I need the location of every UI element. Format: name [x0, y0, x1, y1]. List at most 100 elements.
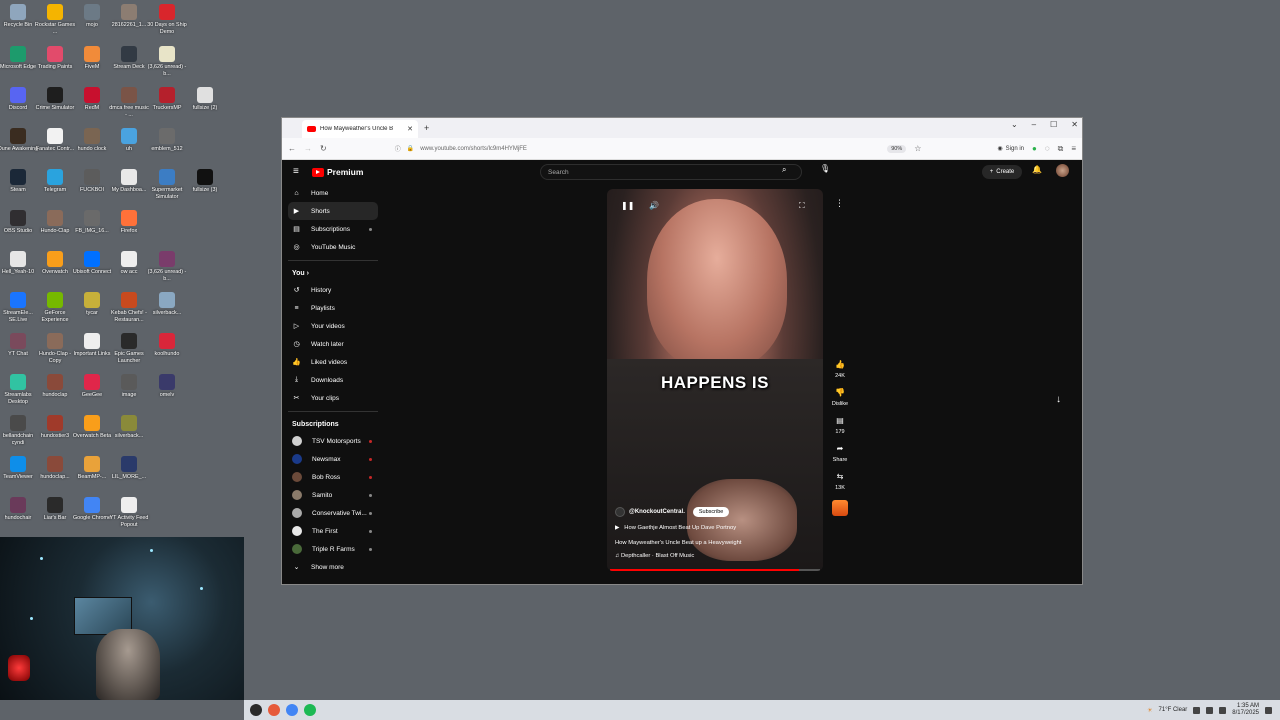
desktop-icon[interactable]: Telegram	[36, 169, 74, 194]
desktop-icon[interactable]: Ubisoft Connect	[73, 251, 111, 276]
desktop-icon[interactable]: Supermarket Simulator	[148, 169, 186, 200]
maximize-button[interactable]: ☐	[1050, 120, 1057, 129]
sidebar-item-your-clips[interactable]: ✂ Your clips	[288, 389, 378, 407]
volume-icon[interactable]: 🔊	[649, 201, 659, 210]
volume-icon[interactable]	[1219, 706, 1227, 714]
sidebar-item-newsmax[interactable]: Newsmax	[288, 450, 378, 468]
desktop-icon[interactable]: 30 Days on Ship Demo	[147, 4, 187, 35]
site-info-icon[interactable]: ⓘ	[395, 144, 401, 153]
microphone-icon[interactable]: 🎙	[820, 164, 830, 173]
create-button[interactable]: + Create	[982, 165, 1022, 179]
avatar[interactable]	[1056, 164, 1069, 177]
like-button[interactable]: 👍 24K	[835, 360, 845, 379]
desktop-icon[interactable]: hundoclap	[36, 374, 74, 399]
tab-list-icon[interactable]: ⌄	[1011, 120, 1018, 129]
desktop-icon[interactable]: mojo	[73, 4, 111, 29]
sound-thumbnail[interactable]	[832, 500, 848, 516]
sidebar-item-subscriptions[interactable]: ▤ Subscriptions	[288, 220, 378, 238]
sidebar-section-header[interactable]: You ›	[288, 265, 378, 281]
desktop-icon[interactable]: hundochair	[0, 497, 37, 522]
sidebar-item-tsv-motorsports[interactable]: TSV Motorsports	[288, 432, 378, 450]
sidebar-item-the-first[interactable]: The First	[288, 522, 378, 540]
comments-button[interactable]: ▤ 179	[835, 416, 844, 435]
sidebar-item-youtube-music[interactable]: ◎ YouTube Music	[288, 238, 378, 256]
desktop-icon[interactable]: Overwatch	[36, 251, 74, 276]
desktop-icon[interactable]: YT Activity Feed Popout	[110, 497, 148, 528]
desktop-icon[interactable]: Liar's Bar	[36, 497, 74, 522]
desktop-icon[interactable]: FiveM	[73, 46, 111, 71]
desktop-icon[interactable]: FUCKBOI	[73, 169, 111, 194]
desktop-icon[interactable]: emblem_512	[148, 128, 186, 153]
desktop-icon[interactable]: Fanatec Contr...	[36, 128, 74, 153]
sidebar-item-bob-ross[interactable]: Bob Ross	[288, 468, 378, 486]
sidebar-item-liked-videos[interactable]: 👍 Liked videos	[288, 353, 378, 371]
forward-button[interactable]: →	[304, 144, 312, 153]
search-input[interactable]: Search	[540, 164, 802, 180]
reload-button[interactable]: ↻	[320, 144, 327, 153]
desktop-icon[interactable]: Firefox	[110, 210, 148, 235]
clock[interactable]: 1:35 AM 8/17/2025	[1232, 703, 1259, 717]
sidebar-item-show-more[interactable]: ⌄ Show more	[288, 558, 378, 576]
desktop-icon[interactable]: fullsize (3)	[186, 169, 224, 194]
subscribe-button[interactable]: Subscribe	[692, 507, 730, 517]
video-title[interactable]: How Mayweather's Uncle Beat up a Heavywe…	[615, 540, 741, 546]
channel-avatar[interactable]	[615, 507, 625, 517]
desktop-icon[interactable]: Crime Simulator	[36, 87, 74, 112]
desktop-icon[interactable]: Discord	[0, 87, 37, 112]
desktop-icon[interactable]: Recycle Bin	[0, 4, 37, 29]
sidebar-item-samito[interactable]: Samito	[288, 486, 378, 504]
desktop-icon[interactable]: fullsize (2)	[186, 87, 224, 112]
bookmark-star-icon[interactable]: ☆	[914, 144, 921, 153]
remix-button[interactable]: ⇆ 13K	[835, 472, 845, 491]
address-bar[interactable]: ⓘ 🔒 www.youtube.com/shorts/lc9m4HYMjFE	[395, 141, 880, 157]
sidebar-item-home[interactable]: ⌂ Home	[288, 184, 378, 202]
minimize-button[interactable]: –	[1032, 120, 1036, 129]
desktop-icon[interactable]: Microsoft Edge	[0, 46, 37, 71]
search-icon[interactable]: ⌕	[782, 165, 786, 175]
desktop-icon[interactable]: Epic Games Launcher	[110, 333, 148, 364]
related-video-link[interactable]: ▶ How Gaethje Almost Beat Up Dave Portno…	[615, 525, 736, 531]
desktop-icon[interactable]: My Dashboa...	[110, 169, 148, 194]
desktop-icon[interactable]: bellandchain cyndi	[0, 415, 37, 446]
weather-text[interactable]: 71°F Clear	[1159, 707, 1188, 713]
taskbar-app-chrome-icon[interactable]	[286, 704, 298, 716]
desktop-icon[interactable]: Hundo-Clap	[36, 210, 74, 235]
desktop-icon[interactable]: (3,626 unread) - b...	[148, 251, 186, 282]
notifications-bell-icon[interactable]: 🔔	[1032, 165, 1042, 174]
desktop-icon[interactable]: (3,626 unread) - b...	[148, 46, 186, 77]
back-button[interactable]: ←	[288, 144, 296, 153]
signin-button[interactable]: ◉ Sign in	[997, 145, 1024, 153]
zoom-badge[interactable]: 90%	[887, 144, 907, 153]
desktop-icon[interactable]: Dune Awakening	[0, 128, 38, 153]
tab-youtube[interactable]: How Mayweather's Uncle B ✕	[302, 120, 418, 138]
desktop-icon[interactable]: StreamEle... SE.Live	[0, 292, 37, 323]
extensions-icon[interactable]: ⧉	[1058, 144, 1064, 154]
desktop-icon[interactable]: koolhundo	[148, 333, 186, 358]
music-link[interactable]: ♫ Depthcaller · Blast Off Music	[615, 553, 694, 559]
desktop-icon[interactable]: ow acc	[110, 251, 148, 276]
pause-icon[interactable]: ❚❚	[621, 201, 634, 210]
new-tab-button[interactable]: +	[424, 123, 429, 133]
desktop-icon[interactable]: GeForce Experience	[36, 292, 74, 323]
sidebar-item-playlists[interactable]: ≡ Playlists	[288, 299, 378, 317]
fullscreen-icon[interactable]: ⛶	[799, 201, 805, 211]
desktop-icon[interactable]: Stream Deck	[110, 46, 148, 71]
desktop-icon[interactable]: Rockstar Games ...	[35, 4, 75, 35]
desktop-icon[interactable]: silverback...	[110, 415, 148, 440]
tray-arrow-icon[interactable]	[1193, 706, 1201, 714]
extension-green-icon[interactable]: ●	[1032, 144, 1037, 153]
desktop-icon[interactable]: omelv	[148, 374, 186, 399]
desktop-icon[interactable]: TeamViewer	[0, 456, 37, 481]
extension-icon[interactable]: ◌	[1045, 144, 1050, 153]
sidebar-item-downloads[interactable]: ⤓ Downloads	[288, 371, 378, 389]
sidebar-section-header[interactable]: Subscriptions	[288, 416, 378, 432]
menu-icon[interactable]: ≡	[1071, 144, 1076, 153]
sidebar-item-watch-later[interactable]: ◷ Watch later	[288, 335, 378, 353]
desktop-icon[interactable]: image	[110, 374, 148, 399]
desktop-icon[interactable]: Kebab Chefs! - Restauran...	[110, 292, 148, 323]
network-icon[interactable]	[1206, 706, 1214, 714]
desktop-icon[interactable]: Overwatch Beta	[73, 415, 111, 440]
notifications-icon[interactable]	[1265, 706, 1272, 714]
youtube-logo[interactable]: Premium	[312, 167, 363, 177]
desktop-icon[interactable]: 28162261_1...	[110, 4, 148, 29]
